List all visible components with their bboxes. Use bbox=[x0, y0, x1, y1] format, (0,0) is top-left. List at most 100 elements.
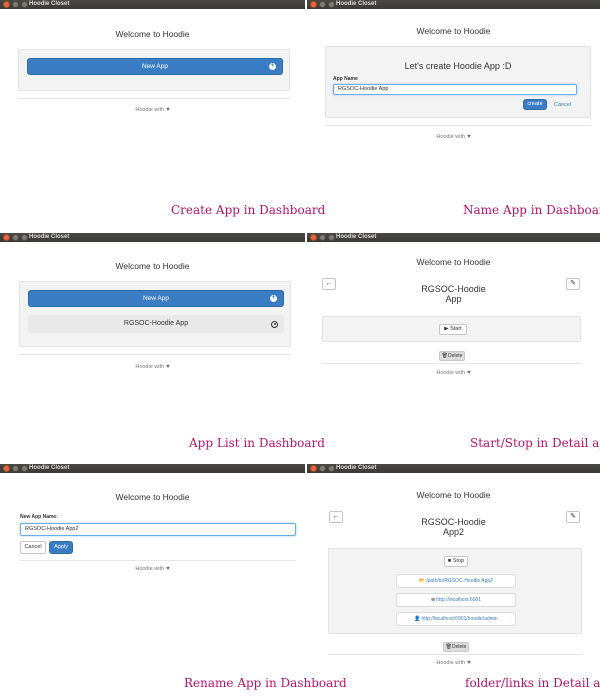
delete-button[interactable]: 🗑Delete bbox=[439, 351, 465, 361]
app-title: RGSOC-Hoodie App2 bbox=[421, 517, 486, 537]
maximize-window-icon[interactable] bbox=[21, 1, 28, 8]
app-controls-panel: ■ Stop 📂/path/to/RGSOC-Hoodie App2 ⊕http… bbox=[328, 548, 582, 634]
close-window-icon[interactable] bbox=[3, 465, 10, 472]
caption-detail-links: folder/links in Detail app bbox=[465, 676, 600, 690]
page-title: Welcome to Hoodie bbox=[416, 26, 491, 36]
footer: Hoodie with ♥ bbox=[436, 370, 471, 376]
window-titlebar: Hoodie Closet bbox=[307, 464, 600, 473]
window-titlebar: Hoodie Closet bbox=[0, 464, 305, 473]
caption-app-list: App List in Dashboard bbox=[189, 436, 325, 450]
divider bbox=[322, 363, 581, 364]
footer: Hoodie with ♥ bbox=[436, 660, 471, 666]
window-title: Hoodie Closet bbox=[336, 234, 377, 240]
minimize-window-icon[interactable] bbox=[319, 234, 326, 241]
page-title: Welcome to Hoodie bbox=[115, 492, 190, 502]
new-app-button[interactable]: New App + bbox=[28, 290, 284, 307]
caption-rename-app: Rename App in Dashboard bbox=[184, 676, 347, 690]
new-app-name-label: New App Name: bbox=[20, 514, 58, 520]
minimize-window-icon[interactable] bbox=[12, 234, 19, 241]
divider bbox=[18, 98, 290, 99]
stop-button[interactable]: ■ Stop bbox=[444, 556, 468, 567]
page-title: Welcome to Hoodie bbox=[416, 490, 491, 500]
new-app-button[interactable]: New App + bbox=[27, 58, 283, 75]
heart-icon: ♥ bbox=[166, 364, 170, 370]
apply-button[interactable]: Apply bbox=[49, 541, 73, 554]
folder-link[interactable]: 📂/path/to/RGSOC-Hoodie App2 bbox=[396, 574, 516, 588]
divider bbox=[19, 354, 291, 355]
stop-icon: ■ bbox=[447, 558, 452, 564]
app-list-panel: New App + RGSOC-Hoodie App bbox=[19, 281, 291, 347]
minimize-window-icon[interactable] bbox=[319, 465, 326, 472]
create-button[interactable]: create bbox=[523, 99, 547, 110]
form-heading: Let's create Hoodie App :D bbox=[404, 61, 512, 71]
heart-icon: ♥ bbox=[166, 107, 170, 113]
window-rename-app: Hoodie Closet Welcome to Hoodie New App … bbox=[0, 464, 305, 672]
window-titlebar: Hoodie Closet bbox=[307, 233, 600, 242]
open-app-icon bbox=[271, 320, 278, 328]
window-name-app: Hoodie Closet Welcome to Hoodie Let's cr… bbox=[307, 0, 600, 200]
start-button[interactable]: ▶ Start bbox=[439, 324, 467, 335]
maximize-window-icon[interactable] bbox=[328, 234, 335, 241]
admin-url-link[interactable]: 👤http://localhost:6001/hoodie/admin bbox=[396, 612, 516, 626]
window-app-list: Hoodie Closet Welcome to Hoodie New App … bbox=[0, 233, 305, 433]
window-title: Hoodie Closet bbox=[29, 1, 70, 7]
heart-icon: ♥ bbox=[166, 566, 170, 572]
divider bbox=[20, 560, 296, 561]
app-title: RGSOC-Hoodie App bbox=[421, 284, 486, 304]
create-app-form: Let's create Hoodie App :D App Name RGSO… bbox=[325, 46, 591, 118]
new-app-label: New App bbox=[141, 63, 169, 70]
play-icon: ▶ bbox=[444, 326, 449, 332]
app-list-item[interactable]: RGSOC-Hoodie App bbox=[28, 315, 284, 333]
new-app-label: New App bbox=[142, 295, 170, 302]
app-list-item-label: RGSOC-Hoodie App bbox=[123, 320, 189, 327]
window-titlebar: Hoodie Closet bbox=[0, 0, 305, 9]
new-app-name-input[interactable]: RGSOC-Hoodie App2 bbox=[20, 523, 296, 536]
window-titlebar: Hoodie Closet bbox=[0, 233, 305, 242]
divider bbox=[325, 125, 591, 126]
heart-icon: ♥ bbox=[467, 660, 471, 666]
plus-icon: + bbox=[269, 63, 276, 70]
app-name-input[interactable]: RGSOC-Hoodie App bbox=[333, 84, 577, 95]
delete-button[interactable]: 🗑Delete bbox=[443, 642, 469, 652]
minimize-window-icon[interactable] bbox=[319, 1, 326, 8]
app-url-link[interactable]: ⊕http://localhost:6001 bbox=[396, 593, 516, 607]
footer: Hoodie with ♥ bbox=[135, 107, 170, 113]
close-window-icon[interactable] bbox=[310, 234, 317, 241]
window-title: Hoodie Closet bbox=[336, 465, 377, 471]
window-title: Hoodie Closet bbox=[336, 1, 377, 7]
window-title: Hoodie Closet bbox=[29, 465, 70, 471]
maximize-window-icon[interactable] bbox=[328, 1, 335, 8]
caption-create-app: Create App in Dashboard bbox=[171, 203, 326, 217]
minimize-window-icon[interactable] bbox=[12, 465, 19, 472]
cancel-link[interactable]: Cancel bbox=[554, 102, 571, 108]
window-detail-links: Hoodie Closet Welcome to Hoodie ← ✎ RGSO… bbox=[307, 464, 600, 672]
close-window-icon[interactable] bbox=[3, 234, 10, 241]
plus-icon: + bbox=[270, 295, 277, 302]
app-name-label: App Name bbox=[333, 76, 358, 82]
window-start-stop: Hoodie Closet Welcome to Hoodie ← ✎ RGSO… bbox=[307, 233, 600, 433]
close-window-icon[interactable] bbox=[3, 1, 10, 8]
heart-icon: ♥ bbox=[467, 370, 471, 376]
footer: Hoodie with ♥ bbox=[135, 364, 170, 370]
folder-icon: 📂 bbox=[419, 578, 426, 584]
caption-start-stop: Start/Stop in Detail app bbox=[470, 436, 600, 450]
footer: Hoodie with ♥ bbox=[436, 134, 471, 140]
user-icon: 👤 bbox=[414, 616, 421, 622]
footer: Hoodie with ♥ bbox=[135, 566, 170, 572]
app-controls-panel: ▶ Start bbox=[322, 316, 581, 342]
caption-name-app: Name App in Dashboard bbox=[463, 203, 600, 217]
heart-icon: ♥ bbox=[467, 134, 471, 140]
minimize-window-icon[interactable] bbox=[12, 1, 19, 8]
maximize-window-icon[interactable] bbox=[21, 465, 28, 472]
cancel-button[interactable]: Cancel bbox=[20, 541, 46, 554]
close-window-icon[interactable] bbox=[310, 1, 317, 8]
maximize-window-icon[interactable] bbox=[21, 234, 28, 241]
globe-icon: ⊕ bbox=[431, 597, 436, 603]
maximize-window-icon[interactable] bbox=[328, 465, 335, 472]
window-title: Hoodie Closet bbox=[29, 234, 70, 240]
divider bbox=[328, 654, 582, 655]
page-title: Welcome to Hoodie bbox=[115, 29, 190, 39]
page-title: Welcome to Hoodie bbox=[115, 261, 190, 271]
close-window-icon[interactable] bbox=[310, 465, 317, 472]
app-list-panel: New App + bbox=[18, 49, 290, 91]
